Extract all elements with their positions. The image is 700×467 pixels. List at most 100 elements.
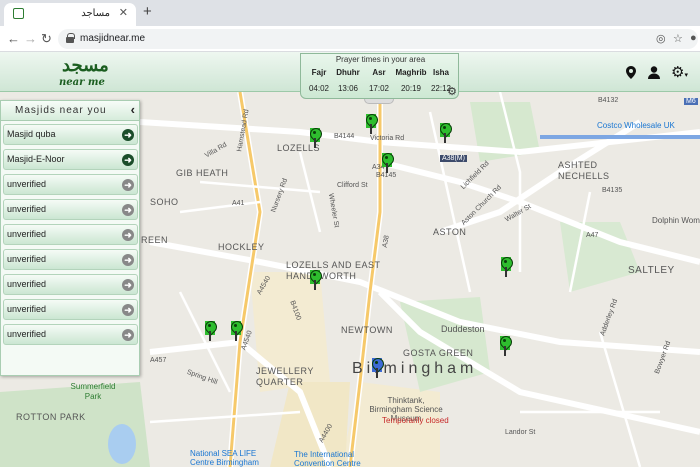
prayer-settings-gear-icon[interactable]: ⚙ (447, 85, 457, 98)
browser-tabbar: مساجد ✕ + (0, 0, 700, 26)
prayer-time: 13:06 (337, 84, 359, 93)
arrow-right-icon[interactable]: ➜ (122, 179, 134, 191)
map-poi-label: The International Convention Centre (294, 450, 361, 467)
prayer-name: Dhuhr (336, 68, 360, 77)
logo-text: near me (59, 77, 105, 88)
map-road-label: M6 (684, 98, 698, 105)
masjid-list-item[interactable]: unverified ➜ (3, 249, 138, 270)
prayer-name: Isha (432, 68, 449, 77)
mosque-pin[interactable] (366, 114, 376, 134)
masjid-list-item[interactable]: Masjid-E-Noor ➜ (3, 149, 138, 170)
map-area-label: REEN (141, 235, 169, 245)
prayer-time: 17:02 (368, 84, 390, 93)
masjid-name: Masjid quba (7, 129, 56, 139)
masjid-name: unverified (7, 329, 47, 339)
map-poi-label: National SEA LIFE Centre Birmingham (190, 449, 259, 467)
masjid-list-item[interactable]: unverified ➜ (3, 174, 138, 195)
prayer-name: Asr (372, 68, 386, 77)
map-road-label: A47 (586, 232, 599, 239)
masjid-list-title: Masjids near you (15, 105, 107, 116)
arrow-right-icon[interactable]: ➜ (122, 229, 134, 241)
forward-icon[interactable]: → (24, 31, 37, 46)
masjid-list-item[interactable]: unverified ➜ (3, 274, 138, 295)
collapse-chevron-icon[interactable]: ‹ (131, 102, 135, 117)
lock-icon (66, 33, 75, 43)
mosque-pin[interactable] (440, 123, 450, 143)
bookmark-star-icon[interactable]: ☆ (673, 32, 683, 45)
arrow-right-icon[interactable]: ➜ (122, 204, 134, 216)
reload-icon[interactable]: ↻ (41, 31, 52, 47)
map-area-label: NEWTOWN (341, 325, 393, 335)
prayer-time: 04:02 (308, 84, 330, 93)
map-area-label: SOHO (150, 197, 179, 207)
new-tab-button[interactable]: + (143, 3, 152, 20)
prayer-times-panel: Prayer times in your area Fajr 04:02 Dhu… (300, 53, 459, 99)
site-logo[interactable]: مسجد near me (56, 55, 116, 89)
user-icon[interactable] (648, 66, 660, 82)
masjid-list-item[interactable]: unverified ➜ (3, 324, 138, 345)
back-icon[interactable]: ← (7, 31, 20, 46)
map-area-label: LOZELLS AND EAST HANDSWORTH (286, 260, 381, 281)
map-street-label: Landor St (505, 429, 536, 436)
map-area-label: GOSTA GREEN (403, 348, 474, 358)
mosque-pin[interactable] (310, 270, 320, 290)
arrow-right-icon[interactable]: ➜ (122, 279, 134, 291)
masjid-name: unverified (7, 204, 47, 214)
map-area-label: SALTLEY (628, 265, 675, 276)
map-street-label: Clifford St (337, 182, 368, 189)
masjid-name: unverified (7, 304, 47, 314)
masjid-name: unverified (7, 279, 47, 289)
mosque-pin[interactable] (382, 153, 392, 173)
masjid-list-item[interactable]: Masjid quba ➜ (3, 124, 138, 145)
map-road-label: A38(M) (440, 155, 467, 162)
tab-title: مساجد (81, 8, 110, 19)
prayer-name: Fajr (311, 68, 327, 77)
map-area-label: ASTON (433, 227, 467, 237)
map-area-label: ASHTED NECHELLS (558, 160, 610, 181)
address-bar: ← → ↻ masjidnear.me ◎ ☆ ● (0, 26, 700, 52)
favicon-icon (13, 8, 24, 19)
url-omnibox[interactable]: masjidnear.me ◎ ☆ ● (58, 29, 698, 49)
prayer-fajr: Fajr 04:02 (306, 68, 332, 93)
close-icon[interactable]: ✕ (119, 6, 128, 19)
arrow-right-icon[interactable]: ➜ (122, 254, 134, 266)
map-road-label: B4145 (376, 172, 397, 179)
map-area-label: HOCKLEY (218, 242, 265, 252)
mosque-pin[interactable] (310, 128, 320, 148)
url-text: masjidnear.me (80, 33, 146, 44)
masjid-list-item[interactable]: unverified ➜ (3, 224, 138, 245)
map-street-label: Victoria Rd (370, 135, 405, 142)
location-pin-icon[interactable] (626, 66, 636, 82)
profile-icon[interactable]: ● (690, 32, 697, 44)
masjid-list-panel: Masjids near you ‹ Masjid quba ➜ Masjid-… (0, 100, 140, 376)
map-poi-label: Temporarily closed (382, 416, 449, 425)
map-road-label: B4144 (334, 133, 355, 140)
arrow-right-icon[interactable]: ➜ (122, 129, 134, 141)
masjid-list-item[interactable]: unverified ➜ (3, 199, 138, 220)
map-poi-label: Dolphin Women (652, 216, 700, 225)
mosque-pin[interactable] (501, 257, 511, 277)
masjid-name: unverified (7, 179, 47, 189)
current-location-pin[interactable] (372, 358, 382, 378)
arrow-right-icon[interactable]: ➜ (122, 329, 134, 341)
arrow-right-icon[interactable]: ➜ (122, 154, 134, 166)
map-area-label: GIB HEATH (176, 168, 229, 178)
prayer-name: Maghrib (395, 68, 427, 77)
mosque-pin[interactable] (500, 336, 510, 356)
mosque-pin[interactable] (231, 321, 241, 341)
map-road-label: A457 (150, 357, 167, 364)
browser-tab[interactable]: مساجد ✕ (4, 3, 136, 26)
arrow-right-icon[interactable]: ➜ (122, 304, 134, 316)
prayer-time: 20:19 (400, 84, 422, 93)
prayer-title: Prayer times in your area (335, 55, 426, 64)
map-park-label: Summerfield Park (70, 382, 116, 401)
masjid-list-item[interactable]: unverified ➜ (3, 299, 138, 320)
map-road-label: B4132 (598, 97, 619, 104)
location-icon[interactable]: ◎ (656, 32, 666, 45)
settings-gear-icon[interactable]: ⚙▾ (671, 63, 688, 81)
map-area-label: Duddeston (441, 324, 485, 334)
masjid-name: unverified (7, 254, 47, 264)
masjid-name: Masjid-E-Noor (7, 154, 65, 164)
mosque-pin[interactable] (205, 321, 215, 341)
masjid-name: unverified (7, 229, 47, 239)
